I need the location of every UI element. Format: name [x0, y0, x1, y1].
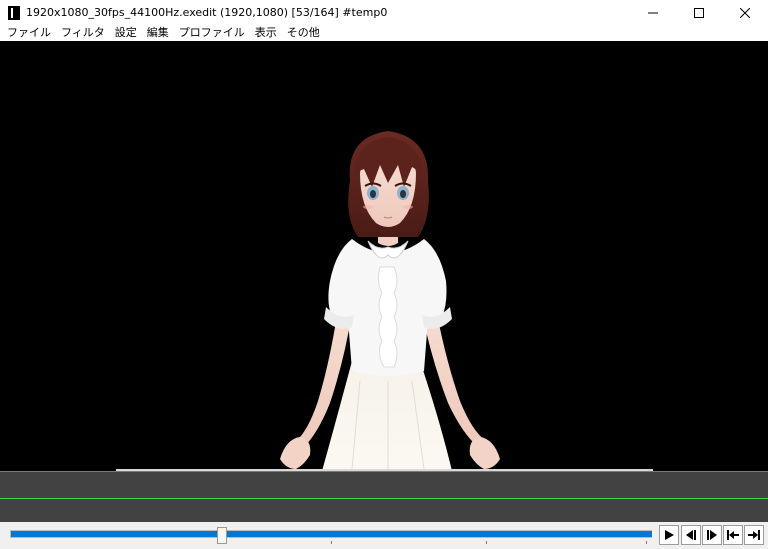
video-preview[interactable]	[0, 41, 768, 471]
seek-tick	[486, 541, 487, 544]
close-icon	[740, 7, 750, 18]
title-bar: 1920x1080_30fps_44100Hz.exedit (1920,108…	[0, 0, 768, 25]
go-start-button[interactable]	[723, 525, 743, 545]
step-forward-icon	[707, 530, 717, 540]
seek-thumb[interactable]	[217, 527, 227, 544]
menu-other[interactable]: その他	[282, 25, 325, 41]
maximize-button[interactable]	[676, 0, 722, 25]
go-end-button[interactable]	[744, 525, 764, 545]
character-image	[280, 131, 500, 471]
seek-slider[interactable]	[6, 526, 654, 544]
window-title: 1920x1080_30fps_44100Hz.exedit (1920,108…	[26, 6, 388, 19]
skip-start-icon	[727, 530, 739, 540]
menu-profile[interactable]: プロファイル	[174, 25, 250, 41]
timeline-strip[interactable]	[0, 471, 768, 522]
menu-view[interactable]: 表示	[250, 25, 282, 41]
window-controls	[630, 0, 768, 25]
playback-bar	[0, 522, 768, 549]
prev-frame-button[interactable]	[681, 525, 701, 545]
maximize-icon	[694, 7, 704, 18]
step-back-icon	[686, 530, 696, 540]
seek-tick	[331, 541, 332, 544]
audio-waveform-line	[0, 498, 768, 499]
app-icon	[8, 5, 20, 20]
minimize-button[interactable]	[630, 0, 676, 25]
menu-settings[interactable]: 設定	[110, 25, 142, 41]
menu-bar: ファイル フィルタ 設定 編集 プロファイル 表示 その他	[0, 25, 768, 41]
seek-fill	[11, 531, 652, 537]
close-button[interactable]	[722, 0, 768, 25]
play-icon	[665, 530, 674, 540]
skip-end-icon	[748, 530, 760, 540]
next-frame-button[interactable]	[702, 525, 722, 545]
menu-filter[interactable]: フィルタ	[56, 25, 110, 41]
menu-edit[interactable]: 編集	[142, 25, 174, 41]
menu-file[interactable]: ファイル	[2, 25, 56, 41]
seek-tick	[646, 541, 647, 544]
play-button[interactable]	[659, 525, 679, 545]
minimize-icon	[648, 12, 658, 13]
